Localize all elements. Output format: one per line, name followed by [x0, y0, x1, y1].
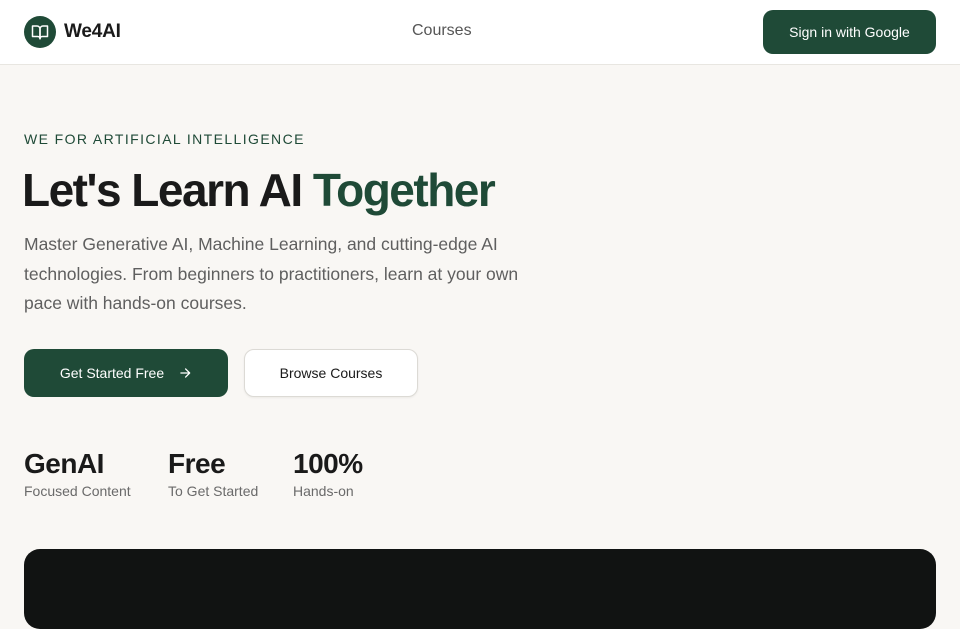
get-started-button[interactable]: Get Started Free: [24, 349, 228, 397]
hero-eyebrow: WE FOR ARTIFICIAL INTELLIGENCE: [24, 131, 305, 147]
book-open-icon: [24, 16, 56, 48]
stat-label: Focused Content: [24, 483, 131, 499]
arrow-right-icon: [178, 366, 192, 380]
browse-courses-button[interactable]: Browse Courses: [244, 349, 418, 397]
course-preview-card: [24, 549, 936, 629]
get-started-label: Get Started Free: [59, 365, 165, 381]
hero-title: Let's Learn AI Together: [22, 163, 496, 217]
stat-value: GenAI: [24, 448, 104, 479]
hero-title-accent: Together: [312, 164, 496, 216]
site-header: We4AI Courses Sign in with Google: [0, 0, 960, 65]
stat-value: Free: [168, 448, 226, 479]
sign-in-google-button[interactable]: Sign in with Google: [763, 10, 936, 54]
hero-title-main: Let's Learn AI: [22, 164, 303, 216]
stat-genai: GenAI Focused Content: [24, 448, 131, 499]
stat-hands-on: 100% Hands-on: [293, 448, 363, 499]
stat-label: To Get Started: [168, 483, 259, 499]
hero-description: Master Generative AI, Machine Learning, …: [24, 234, 519, 313]
logo-text: We4AI: [64, 21, 121, 42]
nav-link-courses[interactable]: Courses: [412, 22, 472, 40]
stat-label: Hands-on: [293, 483, 354, 499]
stat-value: 100%: [293, 448, 363, 479]
site-logo[interactable]: We4AI: [24, 16, 121, 48]
stat-free: Free To Get Started: [168, 448, 258, 499]
